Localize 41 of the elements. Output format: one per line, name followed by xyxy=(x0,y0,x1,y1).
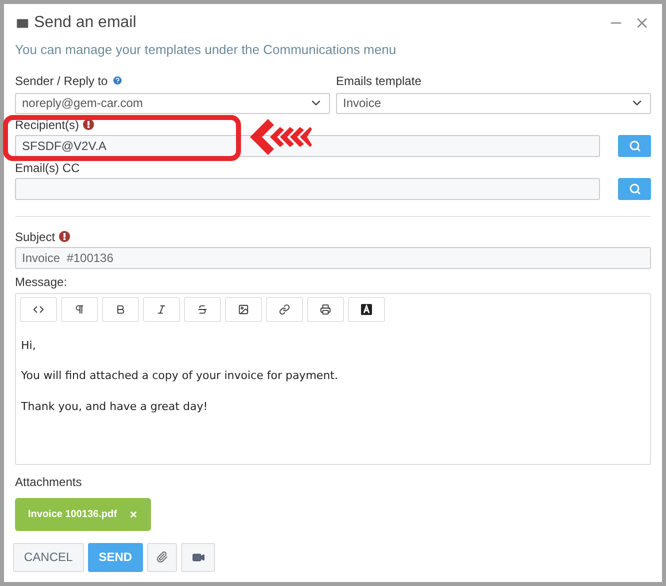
attach-button[interactable] xyxy=(147,542,178,572)
field-label: Subject xyxy=(15,228,56,246)
subject-field[interactable]: Invoice #100136 xyxy=(15,246,651,268)
field-label: Recipient(s) xyxy=(15,116,80,134)
toolbar-button[interactable] xyxy=(225,296,262,322)
message-paragraph: Hi, xyxy=(21,338,37,354)
code-icon xyxy=(33,304,44,314)
message-paragraph: Thank you, and have a great day! xyxy=(21,398,209,414)
field-label: Attachments xyxy=(15,474,83,490)
template-select[interactable]: Invoice xyxy=(336,92,651,114)
cancel-button[interactable]: CANCEL xyxy=(13,542,84,572)
search-icon xyxy=(628,182,640,194)
attachment-name: Invoice 100136.pdf xyxy=(28,508,117,522)
strikethrough-icon xyxy=(197,304,208,314)
font-icon xyxy=(361,304,372,314)
printer-icon xyxy=(320,304,331,314)
field-label: Emails template xyxy=(336,72,422,90)
field-label: Sender / Reply to xyxy=(15,72,108,90)
link-icon xyxy=(279,304,290,314)
search-button[interactable] xyxy=(618,178,651,200)
message-paragraph: You will find attached a copy of your invoice for payment. xyxy=(21,368,339,384)
search-icon xyxy=(628,140,640,152)
field-label: Message: xyxy=(15,274,68,290)
toolbar-button[interactable] xyxy=(307,296,344,322)
image-icon xyxy=(238,304,249,314)
search-button[interactable] xyxy=(618,134,651,156)
bold-icon xyxy=(115,304,126,314)
italic-icon xyxy=(156,304,167,314)
email-field[interactable]: SFSDF@V2V.A xyxy=(15,134,600,156)
toolbar-button[interactable] xyxy=(348,296,385,322)
hint-text: You can manage your templates under the Communications menu xyxy=(15,41,398,59)
email-field[interactable] xyxy=(15,178,600,200)
help-icon[interactable] xyxy=(112,75,123,86)
sender-select[interactable]: noreply@gem-car.com xyxy=(15,92,330,114)
paragraph-icon xyxy=(74,304,85,314)
video-button[interactable] xyxy=(181,542,216,572)
field-label: Email(s) CC xyxy=(15,160,80,176)
window-title: Send an email xyxy=(34,13,136,33)
message-editor[interactable]: Hi, You will find attached a copy of your invoice for payment. Thank you, and have a great day! xyxy=(15,292,651,464)
video-camera-icon xyxy=(192,550,205,564)
paperclip-icon xyxy=(156,551,168,563)
